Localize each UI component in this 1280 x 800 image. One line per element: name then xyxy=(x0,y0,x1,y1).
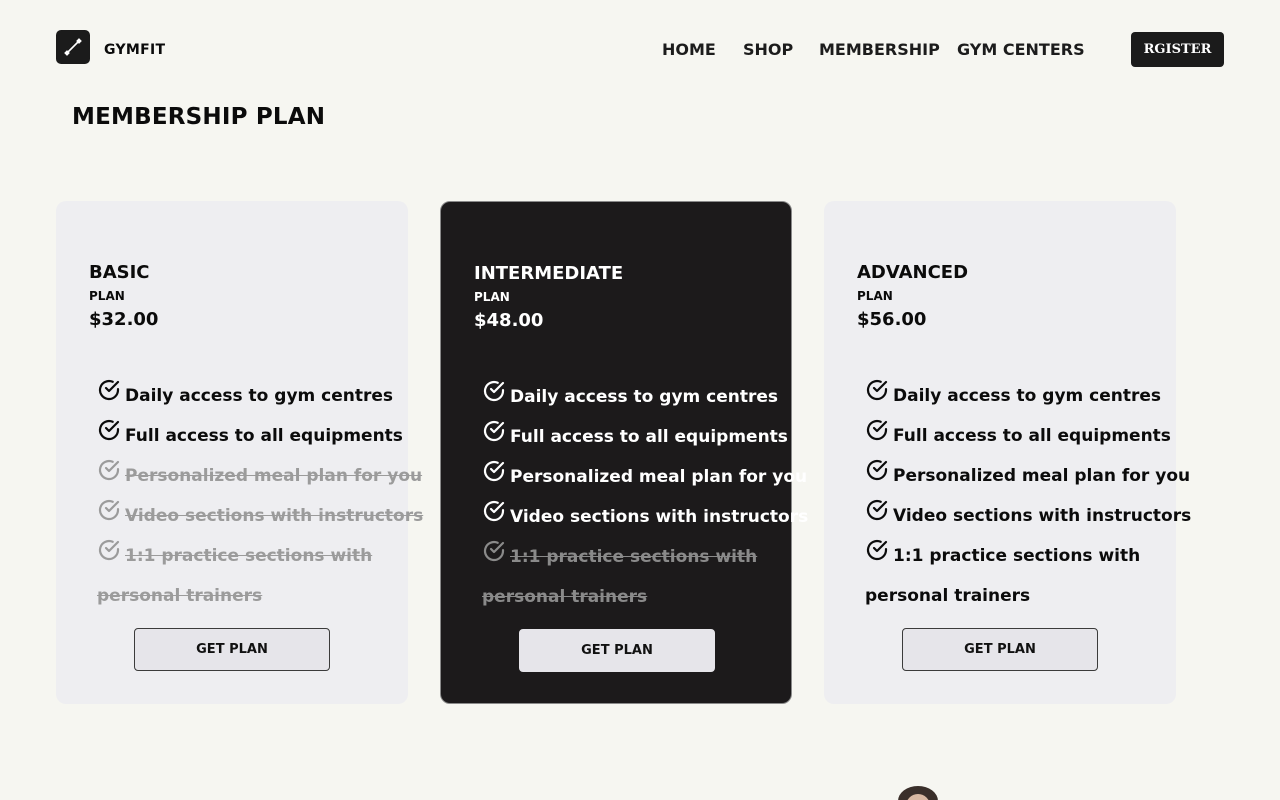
check-circle-disabled-icon xyxy=(97,537,121,561)
feature-text: Personalized meal plan for you xyxy=(510,467,808,487)
plan-name: ADVANCED xyxy=(857,262,969,283)
check-circle-disabled-icon xyxy=(97,497,121,521)
feature-text: Daily access to gym centres xyxy=(510,387,779,407)
plan-name: BASIC xyxy=(89,262,150,283)
feature-item: 1:1 practice sections with personal train… xyxy=(97,536,415,616)
check-circle-icon xyxy=(97,417,121,441)
page-title: MEMBERSHIP PLAN xyxy=(72,104,326,130)
feature-item: Full access to all equipments xyxy=(97,416,415,456)
feature-text: Daily access to gym centres xyxy=(893,386,1162,406)
plan-card-basic: BASIC PLAN $32.00 Daily access to gym centr… xyxy=(56,201,423,704)
feature-item: Personalized meal plan for you xyxy=(97,456,423,496)
check-circle-icon xyxy=(482,418,506,442)
feature-item: 1:1 practice sections with personal train… xyxy=(482,537,800,617)
plan-label: PLAN xyxy=(89,289,125,303)
check-circle-icon xyxy=(865,497,889,521)
register-button[interactable]: RGISTER xyxy=(1131,32,1224,67)
check-circle-icon xyxy=(865,457,889,481)
nav-membership[interactable]: MEMBERSHIP xyxy=(819,40,940,59)
feature-text: 1:1 practice sections with personal train… xyxy=(865,546,1141,606)
get-plan-button[interactable]: GET PLAN xyxy=(902,628,1098,671)
feature-item: Personalized meal plan for you xyxy=(482,457,808,497)
plan-price: $48.00 xyxy=(474,310,544,331)
check-circle-icon xyxy=(865,417,889,441)
feature-list: Daily access to gym centres Full access t… xyxy=(865,376,1192,616)
feature-item: Daily access to gym centres xyxy=(97,376,415,416)
feature-list: Daily access to gym centres Full access t… xyxy=(482,377,809,617)
check-circle-icon xyxy=(482,498,506,522)
feature-item: Full access to all equipments xyxy=(482,417,800,457)
logo-icon[interactable] xyxy=(56,30,90,64)
nav-gym-centers[interactable]: GYM CENTERS xyxy=(957,40,1085,59)
feature-text: 1:1 practice sections with personal train… xyxy=(482,547,758,607)
feature-text: Video sections with instructors xyxy=(125,506,424,526)
feature-item: Video sections with instructors xyxy=(865,496,1192,536)
check-circle-icon xyxy=(482,458,506,482)
check-circle-icon xyxy=(97,377,121,401)
nav-home[interactable]: HOME xyxy=(662,40,716,59)
plan-name: INTERMEDIATE xyxy=(474,263,624,284)
feature-text: Personalized meal plan for you xyxy=(893,466,1191,486)
page: GYMFIT HOME SHOP MEMBERSHIP GYM CENTERS … xyxy=(0,0,1280,800)
feature-item: Video sections with instructors xyxy=(97,496,424,536)
check-circle-icon xyxy=(865,537,889,561)
brand-name[interactable]: GYMFIT xyxy=(104,42,165,58)
plan-price: $32.00 xyxy=(89,309,159,330)
trainer-avatar xyxy=(898,786,938,800)
get-plan-button[interactable]: GET PLAN xyxy=(519,629,715,672)
check-circle-disabled-icon xyxy=(97,457,121,481)
nav-shop[interactable]: SHOP xyxy=(743,40,793,59)
feature-text: Video sections with instructors xyxy=(893,506,1192,526)
feature-text: 1:1 practice sections with personal train… xyxy=(97,546,373,606)
check-circle-icon xyxy=(865,377,889,401)
feature-text: Personalized meal plan for you xyxy=(125,466,423,486)
feature-item: Daily access to gym centres xyxy=(865,376,1183,416)
feature-item: Personalized meal plan for you xyxy=(865,456,1191,496)
feature-item: Video sections with instructors xyxy=(482,497,809,537)
feature-item: 1:1 practice sections with personal train… xyxy=(865,536,1183,616)
feature-text: Full access to all equipments xyxy=(893,426,1171,446)
feature-item: Daily access to gym centres xyxy=(482,377,800,417)
plan-label: PLAN xyxy=(857,289,893,303)
feature-item: Full access to all equipments xyxy=(865,416,1183,456)
plan-card-advanced: ADVANCED PLAN $56.00 Daily access to gym ce… xyxy=(824,201,1191,704)
feature-text: Video sections with instructors xyxy=(510,507,809,527)
plan-label: PLAN xyxy=(474,290,510,304)
feature-text: Full access to all equipments xyxy=(510,427,788,447)
feature-text: Full access to all equipments xyxy=(125,426,403,446)
plan-price: $56.00 xyxy=(857,309,927,330)
check-circle-icon xyxy=(482,378,506,402)
feature-list: Daily access to gym centres Full access t… xyxy=(97,376,424,616)
check-circle-disabled-icon xyxy=(482,538,506,562)
plan-card-intermediate: INTERMEDIATE PLAN $48.00 Daily access to gy… xyxy=(440,201,808,704)
feature-text: Daily access to gym centres xyxy=(125,386,394,406)
get-plan-button[interactable]: GET PLAN xyxy=(134,628,330,671)
